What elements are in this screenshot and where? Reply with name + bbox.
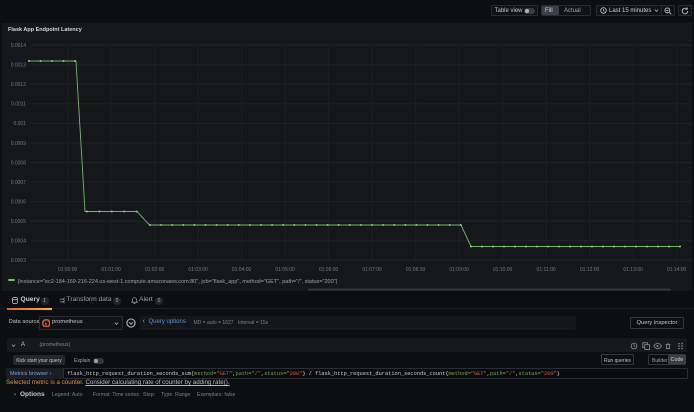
svg-text:0.0005: 0.0005 bbox=[11, 219, 27, 225]
svg-text:0.0007: 0.0007 bbox=[11, 180, 27, 186]
svg-text:0.0004: 0.0004 bbox=[11, 239, 27, 245]
svg-text:01:05:00: 01:05:00 bbox=[275, 267, 295, 273]
svg-text:01:00:00: 01:00:00 bbox=[58, 267, 78, 273]
svg-text:01:11:00: 01:11:00 bbox=[537, 267, 556, 273]
svg-text:0.0012: 0.0012 bbox=[11, 82, 27, 88]
svg-text:01:14:00: 01:14:00 bbox=[667, 267, 687, 273]
svg-text:0.0009: 0.0009 bbox=[11, 141, 27, 147]
svg-text:01:06:00: 01:06:00 bbox=[319, 267, 339, 273]
svg-text:0.001: 0.001 bbox=[13, 121, 26, 127]
svg-text:0.0008: 0.0008 bbox=[11, 160, 27, 166]
svg-text:01:13:00: 01:13:00 bbox=[623, 267, 643, 273]
svg-text:01:02:00: 01:02:00 bbox=[145, 267, 165, 273]
svg-text:01:10:00: 01:10:00 bbox=[493, 267, 513, 273]
svg-text:01:03:00: 01:03:00 bbox=[188, 267, 208, 273]
svg-text:01:08:00: 01:08:00 bbox=[406, 267, 426, 273]
svg-text:0.0014: 0.0014 bbox=[11, 43, 27, 49]
svg-text:0.0003: 0.0003 bbox=[11, 258, 27, 264]
svg-text:01:04:00: 01:04:00 bbox=[232, 267, 252, 273]
svg-text:0.0013: 0.0013 bbox=[11, 63, 27, 69]
svg-text:01:01:00: 01:01:00 bbox=[101, 267, 121, 273]
svg-text:0.0006: 0.0006 bbox=[11, 199, 27, 205]
svg-text:01:07:00: 01:07:00 bbox=[362, 267, 382, 273]
svg-text:01:12:00: 01:12:00 bbox=[580, 267, 600, 273]
svg-text:{instance="ec2-184-169-216-224: {instance="ec2-184-169-216-224.us-west-1… bbox=[18, 279, 338, 285]
svg-text:0.0011: 0.0011 bbox=[11, 102, 26, 108]
svg-text:01:09:00: 01:09:00 bbox=[449, 267, 469, 273]
